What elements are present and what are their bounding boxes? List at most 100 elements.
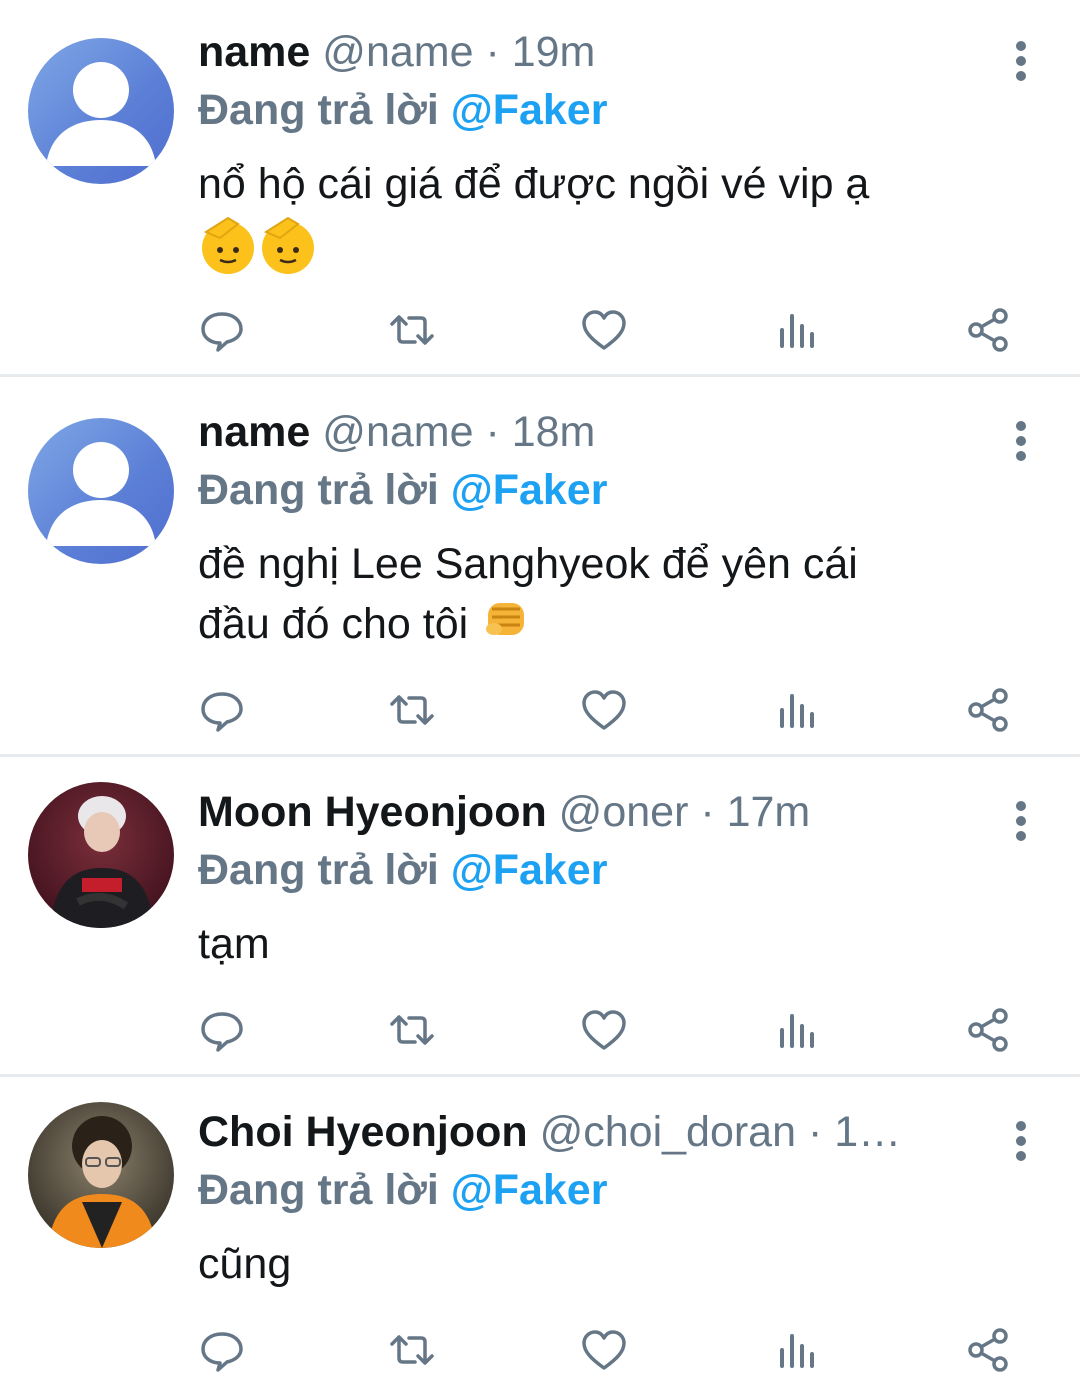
comment-icon — [201, 1012, 243, 1052]
share-icon — [968, 308, 1008, 352]
more-vertical-icon — [1016, 801, 1026, 841]
default-avatar-icon — [46, 62, 156, 166]
avatar[interactable] — [28, 1102, 174, 1248]
analytics-button[interactable] — [768, 302, 824, 358]
mention-link[interactable]: @Faker — [451, 86, 608, 134]
replying-to-label: Đang trả lời — [198, 1166, 451, 1214]
reply-button[interactable] — [194, 682, 250, 738]
tweet[interactable]: Moon Hyeonjoon @oner · 17m Đang trả lời … — [0, 782, 1080, 1072]
retweet-button[interactable] — [384, 1322, 440, 1378]
share-icon — [968, 688, 1008, 732]
display-name[interactable]: name — [198, 28, 310, 76]
replying-to-label: Đang trả lời — [198, 466, 451, 514]
more-vertical-icon — [1016, 1121, 1026, 1161]
replying-to: Đang trả lời @Faker — [198, 1160, 607, 1220]
retweet-icon — [390, 315, 434, 345]
saluting-face-emoji — [198, 214, 318, 292]
comment-icon — [201, 1332, 243, 1372]
tweet-text-line: đầu đó cho tôi — [198, 600, 469, 648]
comment-icon — [201, 692, 243, 732]
tweet[interactable]: Choi Hyeonjoon @choi_doran · 1… Đang trả… — [0, 1102, 1080, 1396]
tweet-actions — [0, 682, 1080, 742]
reply-button[interactable] — [194, 1322, 250, 1378]
replying-to: Đang trả lời @Faker — [198, 460, 607, 520]
analytics-button[interactable] — [768, 682, 824, 738]
handle-and-time: @choi_doran · 1… — [527, 1108, 902, 1156]
tweet-text-content: cũng — [198, 1240, 292, 1288]
mention-link[interactable]: @Faker — [451, 846, 608, 894]
replying-to-label: Đang trả lời — [198, 86, 451, 134]
handle-and-time: @name · 19m — [310, 28, 596, 76]
display-name[interactable]: name — [198, 408, 310, 456]
analytics-icon — [780, 1014, 814, 1048]
retweet-icon — [390, 1015, 434, 1045]
share-button[interactable] — [960, 1002, 1016, 1058]
heart-icon — [582, 690, 626, 730]
tweet-text-content: nổ hộ cái giá để được ngồi vé vip ạ — [198, 160, 870, 208]
share-icon — [968, 1008, 1008, 1052]
tweet-header: Moon Hyeonjoon @oner · 17m — [198, 782, 810, 842]
share-button[interactable] — [960, 302, 1016, 358]
divider — [0, 754, 1080, 757]
mention-link[interactable]: @Faker — [451, 466, 608, 514]
analytics-icon — [780, 314, 814, 348]
retweet-button[interactable] — [384, 1002, 440, 1058]
display-name[interactable]: Choi Hyeonjoon — [198, 1108, 528, 1156]
reply-button[interactable] — [194, 1002, 250, 1058]
mention-link[interactable]: @Faker — [451, 1166, 608, 1214]
heart-icon — [582, 1010, 626, 1050]
handle-and-time: @name · 18m — [310, 408, 596, 456]
tweet-actions — [0, 302, 1080, 362]
default-avatar-icon — [46, 442, 156, 546]
analytics-button[interactable] — [768, 1002, 824, 1058]
share-button[interactable] — [960, 1322, 1016, 1378]
more-options-button[interactable] — [1004, 1114, 1038, 1168]
comment-icon — [201, 312, 243, 352]
more-options-button[interactable] — [1004, 414, 1038, 468]
retweet-button[interactable] — [384, 302, 440, 358]
like-button[interactable] — [576, 302, 632, 358]
more-vertical-icon — [1016, 41, 1026, 81]
tweet-text-line: đề nghị Lee Sanghyeok để yên cái — [198, 540, 858, 588]
tweet[interactable]: name @name · 19m Đang trả lời @Faker nổ … — [0, 22, 1080, 372]
tweet-header: name @name · 18m — [198, 402, 595, 462]
retweet-button[interactable] — [384, 682, 440, 738]
avatar[interactable] — [28, 418, 174, 564]
analytics-icon — [780, 1334, 814, 1368]
tweet-text: cũng — [198, 1234, 1018, 1294]
like-button[interactable] — [576, 682, 632, 738]
tweet-header: Choi Hyeonjoon @choi_doran · 1… — [198, 1102, 901, 1162]
divider — [0, 1074, 1080, 1077]
more-options-button[interactable] — [1004, 794, 1038, 848]
retweet-icon — [390, 1335, 434, 1365]
user-photo-avatar — [28, 782, 174, 928]
heart-icon — [582, 1330, 626, 1370]
heart-icon — [582, 310, 626, 350]
tweet-header: name @name · 19m — [198, 22, 595, 82]
like-button[interactable] — [576, 1002, 632, 1058]
tweet-text: tạm — [198, 914, 1018, 974]
tweet-actions — [0, 1322, 1080, 1382]
reply-button[interactable] — [194, 302, 250, 358]
share-button[interactable] — [960, 682, 1016, 738]
more-vertical-icon — [1016, 421, 1026, 461]
share-icon — [968, 1328, 1008, 1372]
tweet-actions — [0, 1002, 1080, 1062]
replying-to: Đang trả lời @Faker — [198, 840, 607, 900]
replying-to-label: Đang trả lời — [198, 846, 451, 894]
like-button[interactable] — [576, 1322, 632, 1378]
display-name[interactable]: Moon Hyeonjoon — [198, 788, 547, 836]
tweet[interactable]: name @name · 18m Đang trả lời @Faker đề … — [0, 402, 1080, 752]
replying-to: Đang trả lời @Faker — [198, 80, 607, 140]
avatar[interactable] — [28, 782, 174, 928]
tweet-text: đề nghị Lee Sanghyeok để yên cái đầu đó … — [198, 534, 1018, 659]
analytics-button[interactable] — [768, 1322, 824, 1378]
analytics-icon — [780, 694, 814, 728]
more-options-button[interactable] — [1004, 34, 1038, 88]
oncoming-fist-emoji — [480, 595, 532, 659]
tweet-text-content: tạm — [198, 920, 270, 968]
user-photo-avatar — [28, 1102, 174, 1248]
handle-and-time: @oner · 17m — [546, 788, 811, 836]
avatar[interactable] — [28, 38, 174, 184]
retweet-icon — [390, 695, 434, 725]
